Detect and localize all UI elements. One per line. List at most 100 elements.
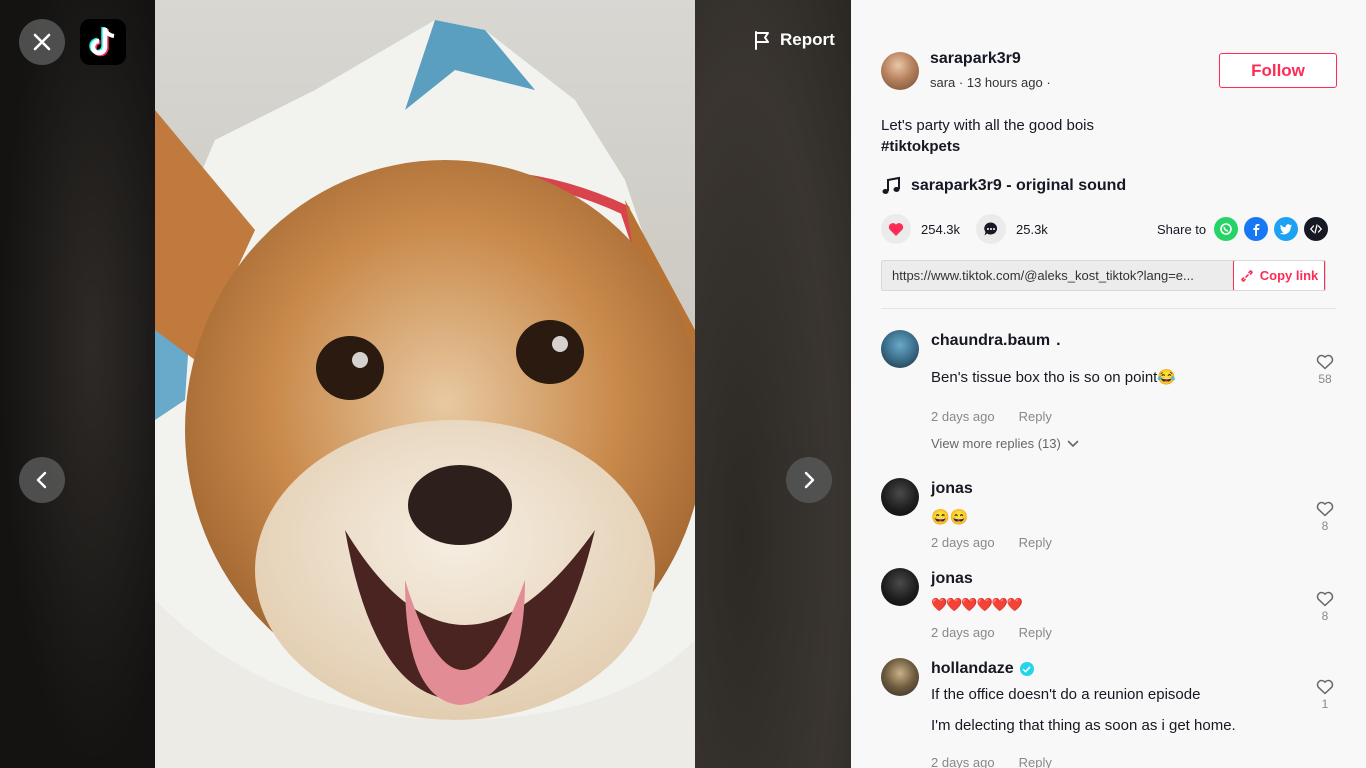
comment-like-button[interactable]: 58: [1309, 354, 1341, 386]
tiktok-logo[interactable]: [80, 19, 126, 65]
comment-meta: 2 days ago Reply: [931, 625, 1052, 640]
checkmark-icon: [1022, 666, 1031, 672]
comment-meta: 2 days ago Reply: [931, 409, 1052, 424]
commenter-name[interactable]: chaundra.baum .: [931, 332, 1061, 350]
share-row: Share to: [1157, 217, 1329, 241]
commenter-username[interactable]: jonas: [931, 570, 973, 588]
comment-text: 😄😄: [931, 509, 969, 526]
commenter-username[interactable]: hollandaze: [931, 660, 1014, 678]
report-button[interactable]: Report: [752, 30, 835, 50]
comment-like-count: 1: [1321, 697, 1329, 711]
video-player[interactable]: [155, 0, 695, 768]
reply-button[interactable]: Reply: [1019, 409, 1052, 424]
facebook-icon: [1253, 224, 1260, 236]
chevron-right-icon: [804, 471, 815, 489]
heart-filled-icon: [888, 222, 904, 236]
commenter-avatar[interactable]: [881, 568, 919, 606]
blur-background-right: [695, 0, 851, 768]
comment-time: 2 days ago: [931, 755, 995, 768]
twitter-icon: [1279, 224, 1293, 235]
share-twitter-button[interactable]: [1274, 217, 1299, 241]
sound-title: sarapark3r9 - original sound: [911, 177, 1127, 194]
commenter-name[interactable]: hollandaze: [931, 660, 1034, 678]
comment-like-count: 8: [1321, 519, 1329, 533]
close-button[interactable]: [19, 19, 65, 65]
like-stat[interactable]: 254.3k: [881, 214, 960, 244]
view-more-replies-label: View more replies (13): [931, 436, 1061, 451]
comment-item: hollandaze If the office doesn't do a re…: [881, 658, 1336, 768]
comment-like-count: 8: [1321, 609, 1329, 623]
author-username[interactable]: sarapark3r9: [930, 50, 1021, 68]
name-suffix: .: [1056, 332, 1061, 349]
comment-like-button[interactable]: 8: [1309, 501, 1341, 533]
close-icon: [33, 33, 51, 51]
chevron-down-icon: [1067, 440, 1079, 447]
music-note-icon: [882, 176, 900, 194]
heart-outline-icon: [1316, 501, 1334, 517]
like-count: 254.3k: [921, 221, 961, 237]
commenter-username[interactable]: chaundra.baum: [931, 332, 1050, 350]
comment-like-button[interactable]: 1: [1309, 679, 1341, 711]
embed-code-icon: [1310, 224, 1323, 234]
previous-video-button[interactable]: [19, 457, 65, 503]
commenter-avatar[interactable]: [881, 330, 919, 368]
comment-button[interactable]: [976, 214, 1006, 244]
comment-item: jonas 😄😄 2 days ago Reply 8: [881, 478, 1336, 558]
author-meta: sara · 13 hours ago ·: [930, 75, 1051, 90]
sound-link[interactable]: sarapark3r9 - original sound: [881, 176, 1126, 196]
flag-icon: [755, 31, 769, 50]
dog-in-shark-costume-image: [155, 20, 695, 768]
comment-meta: 2 days ago Reply: [931, 755, 1052, 768]
author-avatar[interactable]: [881, 52, 919, 90]
like-button[interactable]: [881, 214, 911, 244]
comment-item: chaundra.baum . Ben's tissue box tho is …: [881, 330, 1336, 460]
video-stage: Report: [0, 0, 851, 768]
comment-like-count: 58: [1318, 372, 1332, 386]
share-label: Share to: [1157, 221, 1207, 237]
reply-button[interactable]: Reply: [1019, 625, 1052, 640]
heart-outline-icon: [1316, 679, 1334, 695]
commenter-avatar[interactable]: [881, 658, 919, 696]
comment-count: 25.3k: [1016, 221, 1048, 237]
next-video-button[interactable]: [786, 457, 832, 503]
share-facebook-button[interactable]: [1244, 217, 1269, 241]
comment-like-button[interactable]: 8: [1309, 591, 1341, 623]
follow-button[interactable]: Follow: [1219, 53, 1337, 88]
blur-background-left: [0, 0, 155, 768]
comment-item: jonas ❤️❤️❤️❤️❤️❤️ 2 days ago Reply 8: [881, 568, 1336, 648]
tiktok-icon: [89, 27, 115, 57]
copy-link-label: Copy link: [1259, 268, 1319, 283]
link-icon: [1240, 269, 1253, 282]
reply-button[interactable]: Reply: [1019, 535, 1052, 550]
commenter-avatar[interactable]: [881, 478, 919, 516]
verified-badge-icon: [1019, 662, 1034, 676]
share-link-box: https://www.tiktok.com/@aleks_kost_tikto…: [881, 260, 1326, 291]
whatsapp-icon: [1220, 223, 1232, 235]
reply-button[interactable]: Reply: [1019, 755, 1052, 768]
comment-meta: 2 days ago Reply: [931, 535, 1052, 550]
comment-text: Ben's tissue box tho is so on point😂: [931, 369, 1177, 386]
post-caption: Let's party with all the good bois #tikt…: [881, 115, 1094, 157]
comment-text: If the office doesn't do a reunion episo…: [931, 686, 1201, 703]
comment-text: ❤️❤️❤️❤️❤️❤️: [931, 597, 1023, 612]
view-more-replies-button[interactable]: View more replies (13): [931, 436, 1079, 451]
details-panel: sarapark3r9 sara · 13 hours ago · Follow…: [851, 0, 1366, 768]
share-embed-button[interactable]: [1304, 217, 1329, 241]
comment-time: 2 days ago: [931, 409, 995, 424]
hashtag-link[interactable]: #tiktokpets: [881, 136, 1094, 157]
comment-time: 2 days ago: [931, 625, 995, 640]
comment-text-line-2: I'm delecting that thing as soon as i ge…: [931, 717, 1236, 734]
commenter-username[interactable]: jonas: [931, 480, 973, 498]
share-whatsapp-button[interactable]: [1214, 217, 1239, 241]
report-label: Report: [780, 30, 835, 49]
share-url[interactable]: https://www.tiktok.com/@aleks_kost_tikto…: [882, 268, 1233, 283]
commenter-name[interactable]: jonas: [931, 480, 973, 498]
comment-stat[interactable]: 25.3k: [976, 214, 1048, 244]
chevron-left-icon: [36, 471, 47, 489]
divider: [881, 308, 1336, 309]
heart-outline-icon: [1316, 354, 1334, 370]
commenter-name[interactable]: jonas: [931, 570, 973, 588]
comment-time: 2 days ago: [931, 535, 995, 550]
copy-link-button[interactable]: Copy link: [1233, 261, 1325, 290]
comment-bubble-icon: [984, 222, 998, 236]
